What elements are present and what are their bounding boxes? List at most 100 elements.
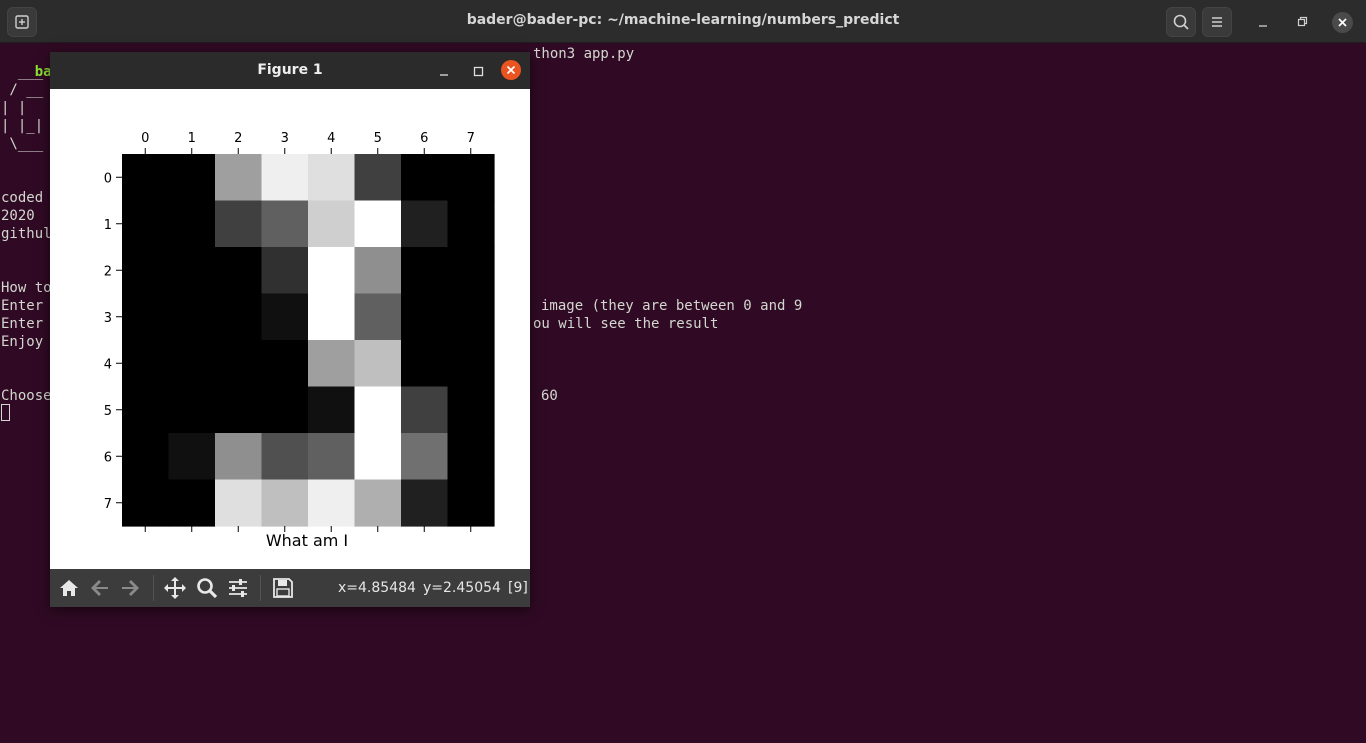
terminal-line: | | <box>1 100 27 116</box>
figure-minimize-button[interactable] <box>433 60 455 82</box>
heatmap-cell <box>168 433 216 481</box>
digit-heatmap-plot[interactable]: 0 1 2 3 4 5 6 7 0 1 2 3 4 5 6 7 What am I <box>50 89 530 569</box>
minimize-button[interactable] <box>1248 7 1278 37</box>
terminal-line: Enter <box>1 298 44 314</box>
move-icon <box>164 577 186 599</box>
back-button[interactable] <box>88 576 112 600</box>
terminal-line: Enter <box>1 316 44 332</box>
arrow-left-icon <box>91 580 108 596</box>
heatmap-cell <box>122 433 170 481</box>
toolbar-separator <box>153 575 154 601</box>
heatmap-cell <box>168 154 216 202</box>
heatmap-cell <box>122 293 170 341</box>
y-tick-label: 6 <box>104 450 112 465</box>
heatmap-cell <box>261 433 309 481</box>
minimize-icon <box>1259 25 1267 27</box>
x-tick-label: 1 <box>188 131 196 146</box>
heatmap-cell <box>354 200 402 248</box>
figure-close-button[interactable] <box>501 60 521 80</box>
maximize-button[interactable] <box>1287 7 1317 37</box>
terminal-line: 2020 <box>1 208 35 224</box>
terminal-line-fragment: image (they are between 0 and 9 <box>541 298 803 314</box>
heatmap-cell <box>308 340 356 388</box>
heatmap-cell <box>447 479 495 527</box>
heatmap-cell <box>354 479 402 527</box>
x-axis-label: What am I <box>266 531 348 550</box>
heatmap-cell <box>308 479 356 527</box>
heatmap-cell <box>122 340 170 388</box>
y-tick-label: 2 <box>104 264 112 279</box>
heatmap-cell <box>261 247 309 295</box>
figure-toolbar: x=4.85484 y=2.45054 [9] <box>50 569 530 607</box>
heatmap-cell <box>447 433 495 481</box>
y-tick-label: 0 <box>104 171 112 186</box>
heatmap-cell <box>215 200 263 248</box>
cursor-y-readout: y=2.45054 <box>423 580 501 596</box>
heatmap-cell <box>122 479 170 527</box>
floppy-disk-icon <box>273 578 293 598</box>
heatmap-cell <box>122 386 170 434</box>
figure-title: Figure 1 <box>257 62 323 78</box>
heatmap-cell <box>308 386 356 434</box>
terminal-line: How to <box>1 280 52 296</box>
hamburger-icon <box>1212 17 1222 27</box>
terminal-line-fragment: 60 <box>541 388 558 404</box>
terminal-line: githul <box>1 226 52 242</box>
heatmap-cell <box>308 433 356 481</box>
minimize-icon <box>440 74 448 76</box>
heatmap-cell <box>354 293 402 341</box>
close-icon <box>1338 18 1347 27</box>
pixel-value-readout: [9] <box>508 580 528 596</box>
heatmap-cell <box>122 200 170 248</box>
heatmap-cell <box>447 293 495 341</box>
heatmap-cell <box>122 247 170 295</box>
search-icon <box>1173 14 1189 30</box>
terminal-line: | |_| <box>1 118 44 134</box>
y-tick-label: 7 <box>104 497 112 512</box>
heatmap-cell <box>215 340 263 388</box>
search-button[interactable] <box>1166 7 1196 37</box>
menu-button[interactable] <box>1202 7 1232 37</box>
heatmap-cell <box>215 154 263 202</box>
configure-subplots-button[interactable] <box>226 576 250 600</box>
terminal-line: Enjoy <box>1 334 44 350</box>
terminal-command-tail: thon3 app.py <box>533 46 635 62</box>
heatmap-cell <box>215 247 263 295</box>
x-tick-label: 3 <box>281 131 289 146</box>
heatmap-cell <box>215 479 263 527</box>
heatmap-cell <box>401 340 449 388</box>
heatmap-cell <box>447 386 495 434</box>
figure-window[interactable]: Figure 1 01234567 01234567 What am I x=4… <box>50 52 530 607</box>
y-tick-label: 3 <box>104 311 112 326</box>
terminal-line: \___ <box>1 136 44 152</box>
heatmap-cell <box>168 200 216 248</box>
close-button[interactable] <box>1332 12 1353 33</box>
x-tick-label: 0 <box>141 131 149 146</box>
x-tick-label: 4 <box>327 131 335 146</box>
sliders-icon <box>229 579 247 597</box>
heatmap-cell <box>308 154 356 202</box>
pan-button[interactable] <box>163 576 187 600</box>
terminal-line: coded <box>1 190 44 206</box>
heatmap-cell <box>354 247 402 295</box>
heatmap-cell <box>447 340 495 388</box>
x-tick-label: 5 <box>374 131 382 146</box>
toolbar-separator <box>260 575 261 601</box>
heatmap-cell <box>447 247 495 295</box>
heatmap-cell <box>215 293 263 341</box>
terminal-line-fragment: ou will see the result <box>533 316 719 332</box>
heatmap-cell <box>354 433 402 481</box>
heatmap-cell <box>401 293 449 341</box>
heatmap-cell <box>168 386 216 434</box>
figure-titlebar[interactable]: Figure 1 <box>50 52 530 89</box>
heatmap-cell <box>168 340 216 388</box>
forward-button[interactable] <box>118 576 142 600</box>
terminal-line: / __ <box>1 82 44 98</box>
heatmap-cell <box>447 200 495 248</box>
figure-maximize-button[interactable] <box>467 60 489 82</box>
zoom-button[interactable] <box>195 576 219 600</box>
home-button[interactable] <box>57 576 81 600</box>
heatmap-cell <box>215 433 263 481</box>
save-button[interactable] <box>271 576 295 600</box>
heatmap-cell <box>354 340 402 388</box>
